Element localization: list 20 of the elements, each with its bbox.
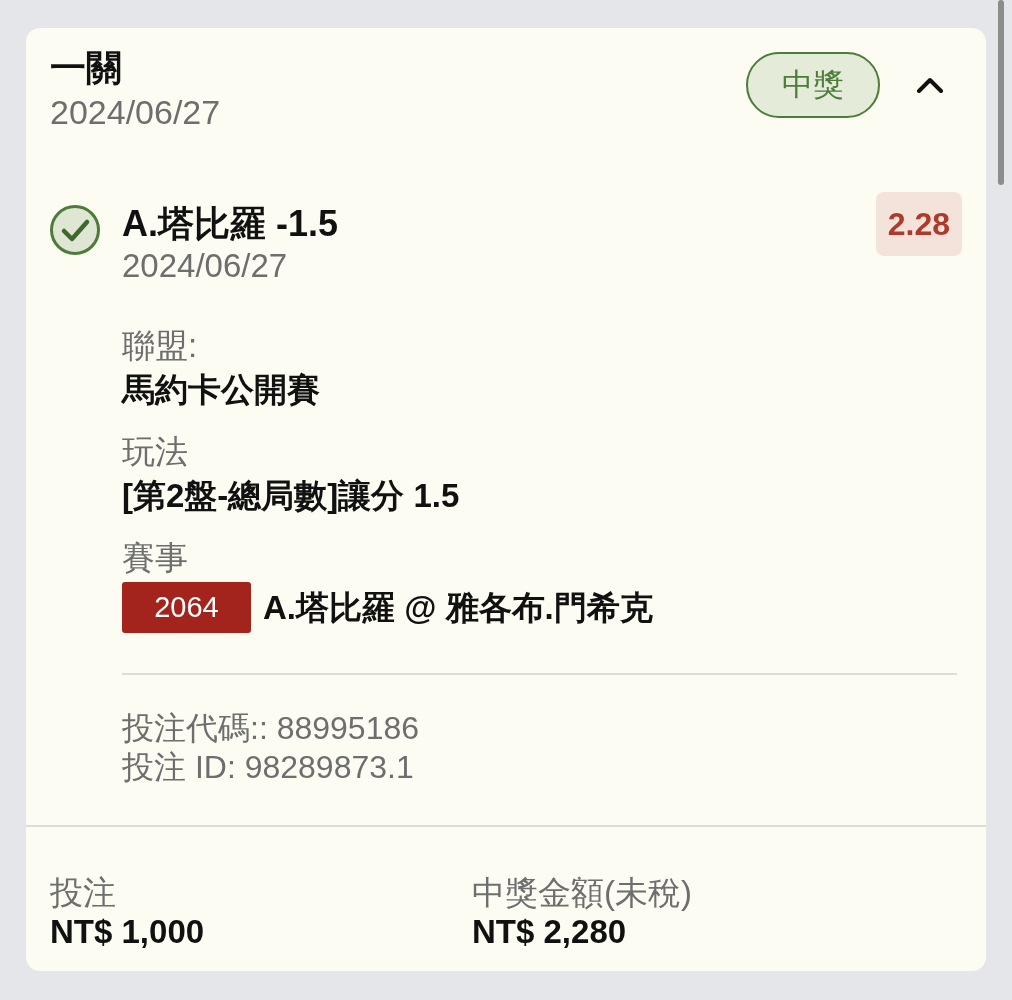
detail-value: 馬約卡公開賽 [122, 370, 321, 410]
summary-label: 投注 [50, 873, 117, 913]
bet-date: 2024/06/27 [50, 92, 221, 133]
match-name: A.塔比羅 @ 雅各布.門希克 [263, 587, 653, 628]
odds-badge: 2.28 [875, 192, 962, 256]
detail-label: 玩法 [122, 432, 189, 472]
detail-value: [第2盤-總局數]讓分 1.5 [122, 476, 461, 516]
selection-title: A.塔比羅 -1.5 [122, 202, 339, 246]
status-badge: 中獎 [746, 52, 880, 118]
summary-label: 中獎金額(未稅) [472, 873, 693, 913]
chevron-up-icon [916, 77, 944, 93]
bet-type-title: 一關 [50, 46, 123, 90]
selection-date: 2024/06/27 [122, 246, 289, 286]
detail-label: 聯盟: [122, 326, 199, 366]
detail-label: 賽事 [122, 538, 189, 578]
bet-reference: 投注 ID: 98289873.1 [122, 748, 415, 787]
bet-reference: 投注代碼:: 88995186 [122, 709, 421, 748]
summary-amount: NT$ 1,000 [50, 913, 206, 951]
summary-amount: NT$ 2,280 [472, 913, 628, 951]
match-code-tag: 2064 [122, 582, 251, 633]
